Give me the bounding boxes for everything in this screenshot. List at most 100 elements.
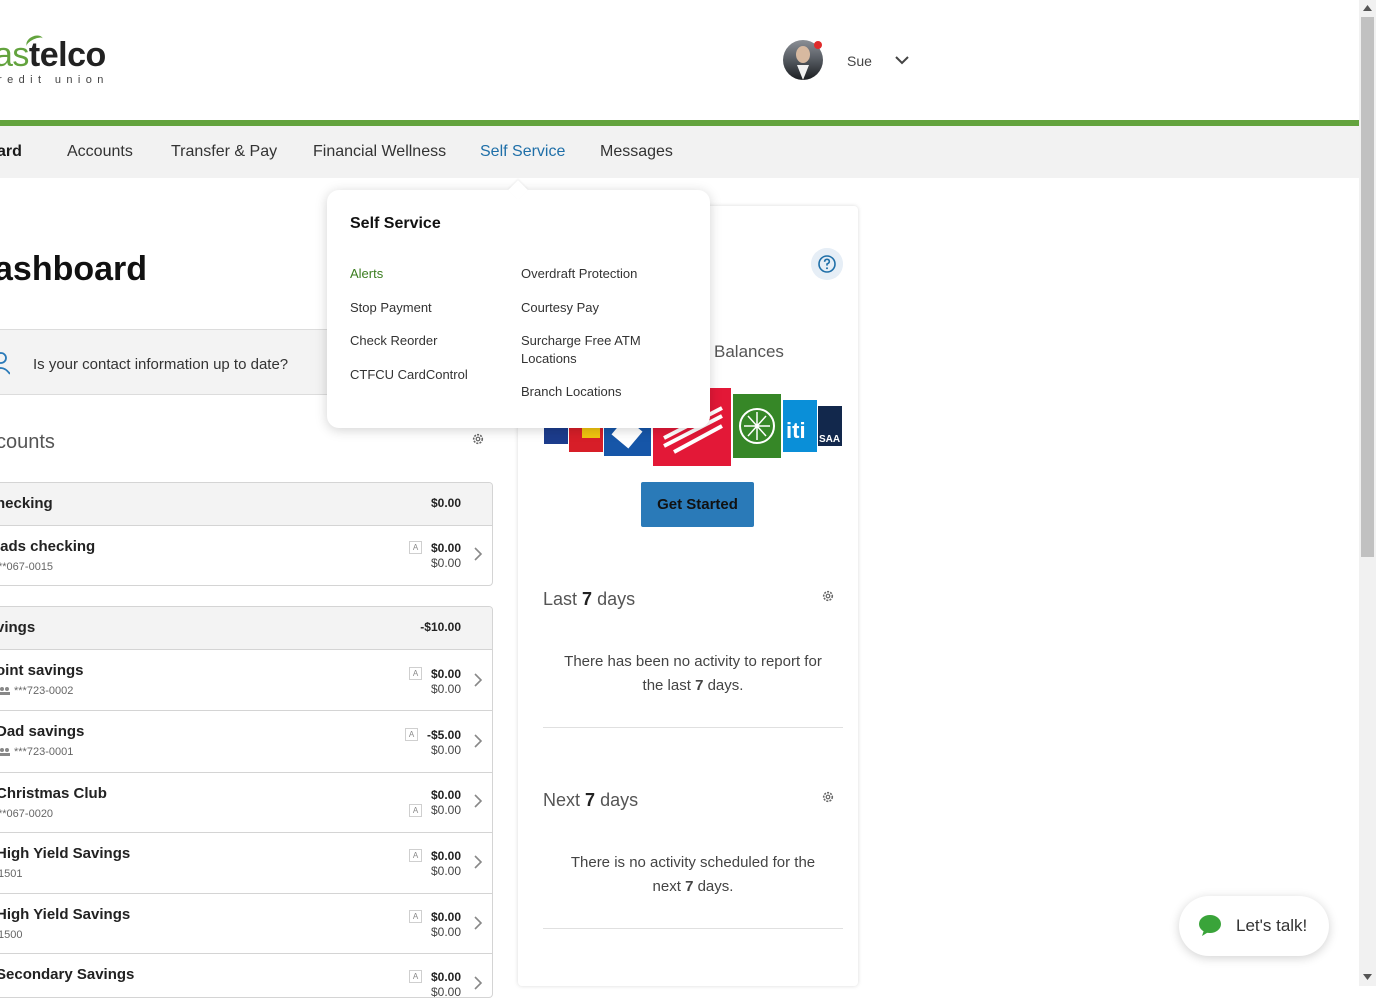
chat-label[interactable]: Let's talk! <box>1236 916 1307 936</box>
scroll-up-arrow-icon[interactable] <box>1362 3 1373 13</box>
notification-dot <box>814 41 822 49</box>
account-name: Christmas Club <box>0 785 107 802</box>
group-name: vings <box>0 619 36 636</box>
account-balance: -$5.00 <box>426 728 461 742</box>
scroll-down-arrow-icon[interactable] <box>1362 972 1373 982</box>
account-balance: $0.00 <box>430 910 461 924</box>
section-divider <box>543 928 843 929</box>
account-available: $0.00 <box>430 864 461 878</box>
nav-transfer-pay[interactable]: Transfer & Pay <box>171 143 277 161</box>
account-number: 1501 <box>0 868 23 880</box>
next-7-days-heading: Next 7 days <box>543 790 639 810</box>
account-name: lads checking <box>0 538 96 555</box>
joint-owners-icon <box>0 687 10 696</box>
person-icon <box>0 352 10 375</box>
next-7-days-message: There is no activity scheduled for the n… <box>570 854 816 895</box>
menu-item-overdraft-protection[interactable]: Overdraft Protection <box>521 265 637 283</box>
account-group-checking: necking $0.00 lads checking **067-0015 A… <box>0 482 493 586</box>
available-badge: A <box>409 667 422 680</box>
nav-financial-wellness[interactable]: Financial Wellness <box>313 143 446 161</box>
svg-text:iti: iti <box>786 418 806 443</box>
menu-item-branch-locations[interactable]: Branch Locations <box>521 383 621 401</box>
account-row[interactable]: Christmas Club **067-0020 $0.00 A $0.00 <box>0 773 492 833</box>
account-row[interactable]: lads checking **067-0015 A $0.00 $0.00 <box>0 526 492 585</box>
gear-icon[interactable] <box>471 432 485 446</box>
account-name: High Yield Savings <box>0 906 131 923</box>
account-row[interactable]: High Yield Savings 1501 A $0.00 $0.00 <box>0 833 492 894</box>
last-7-days-message: There has been no activity to report for… <box>564 653 822 694</box>
joint-owners-icon <box>0 748 10 757</box>
svg-text:SAA: SAA <box>819 434 840 445</box>
group-balance: $0.00 <box>430 496 461 510</box>
account-available: $0.00 <box>430 682 461 696</box>
contact-info-text[interactable]: Is your contact information up to date? <box>33 356 288 373</box>
chat-bubble-icon <box>1199 915 1221 936</box>
account-available: $0.00 <box>430 556 461 570</box>
nav-accounts[interactable]: Accounts <box>67 143 133 161</box>
chevron-right-icon <box>474 794 483 808</box>
menu-item-surcharge-free-atm[interactable]: Surcharge Free ATM Locations <box>521 332 641 368</box>
available-badge: A <box>405 728 418 741</box>
account-row[interactable]: Secondary Savings A $0.00 $0.00 <box>0 954 492 998</box>
available-badge: A <box>409 541 422 554</box>
account-name: Dad savings <box>0 723 85 740</box>
get-started-button[interactable]: Get Started <box>641 482 754 527</box>
account-number: **067-0020 <box>0 808 54 820</box>
chevron-right-icon <box>474 547 483 561</box>
group-balance: -$10.00 <box>420 620 461 634</box>
menu-item-courtesy-pay[interactable]: Courtesy Pay <box>521 299 599 317</box>
account-row[interactable]: Dad savings ***723-0001 A -$5.00 $0.00 <box>0 711 492 773</box>
chevron-right-icon <box>474 855 483 869</box>
nav-messages[interactable]: Messages <box>600 143 673 161</box>
balances-text: Balances <box>714 342 784 361</box>
menu-item-check-reorder[interactable]: Check Reorder <box>350 332 437 350</box>
available-badge: A <box>409 849 422 862</box>
nav-self-service[interactable]: Self Service <box>480 143 565 161</box>
account-name: oint savings <box>0 662 84 679</box>
accounts-heading: counts <box>0 431 55 453</box>
gear-icon[interactable] <box>821 790 835 804</box>
account-balance: $0.00 <box>430 667 461 681</box>
last-7-days-heading: Last 7 days <box>543 589 636 609</box>
account-name: Secondary Savings <box>0 966 135 983</box>
available-badge: A <box>409 970 422 983</box>
available-badge: A <box>409 910 422 923</box>
account-group-savings: vings -$10.00 oint savings ***723-0002 A… <box>0 606 493 998</box>
brand-logo[interactable]: astelco <box>0 36 106 75</box>
account-row[interactable]: High Yield Savings 1500 A $0.00 $0.00 <box>0 894 492 954</box>
chevron-down-icon[interactable] <box>893 51 911 69</box>
menu-item-cardcontrol[interactable]: CTFCU CardControl <box>350 366 468 384</box>
account-number: 1500 <box>0 929 23 941</box>
page-title: ashboard <box>0 250 148 288</box>
chevron-right-icon <box>474 734 483 748</box>
account-balance: $0.00 <box>430 788 461 802</box>
help-icon[interactable] <box>811 248 843 280</box>
available-badge: A <box>409 804 422 817</box>
gear-icon[interactable] <box>821 589 835 603</box>
account-available: $0.00 <box>430 743 461 757</box>
account-number: ***723-0002 <box>0 685 73 697</box>
account-available: $0.00 <box>430 925 461 939</box>
dropdown-title: Self Service <box>350 215 441 232</box>
account-available: $0.00 <box>430 985 461 998</box>
chevron-right-icon <box>474 916 483 930</box>
menu-item-stop-payment[interactable]: Stop Payment <box>350 299 432 317</box>
group-name: necking <box>0 495 53 512</box>
account-group-header[interactable]: necking $0.00 <box>0 483 492 526</box>
account-number: **067-0015 <box>0 561 54 573</box>
nav-dashboard[interactable]: ard <box>0 143 22 161</box>
scrollbar-thumb[interactable] <box>1361 17 1374 557</box>
account-row[interactable]: oint savings ***723-0002 A $0.00 $0.00 <box>0 650 492 711</box>
chevron-right-icon <box>474 673 483 687</box>
account-balance: $0.00 <box>430 849 461 863</box>
account-number: ***723-0001 <box>0 746 73 758</box>
account-name: High Yield Savings <box>0 845 131 862</box>
section-divider <box>543 727 843 728</box>
brand-tagline: redit union <box>0 74 109 86</box>
account-balance: $0.00 <box>430 541 461 555</box>
account-group-header[interactable]: vings -$10.00 <box>0 607 492 650</box>
account-available: $0.00 <box>430 803 461 817</box>
user-name[interactable]: Sue <box>847 53 872 69</box>
menu-item-alerts[interactable]: Alerts <box>350 265 383 283</box>
chevron-right-icon <box>474 976 483 990</box>
